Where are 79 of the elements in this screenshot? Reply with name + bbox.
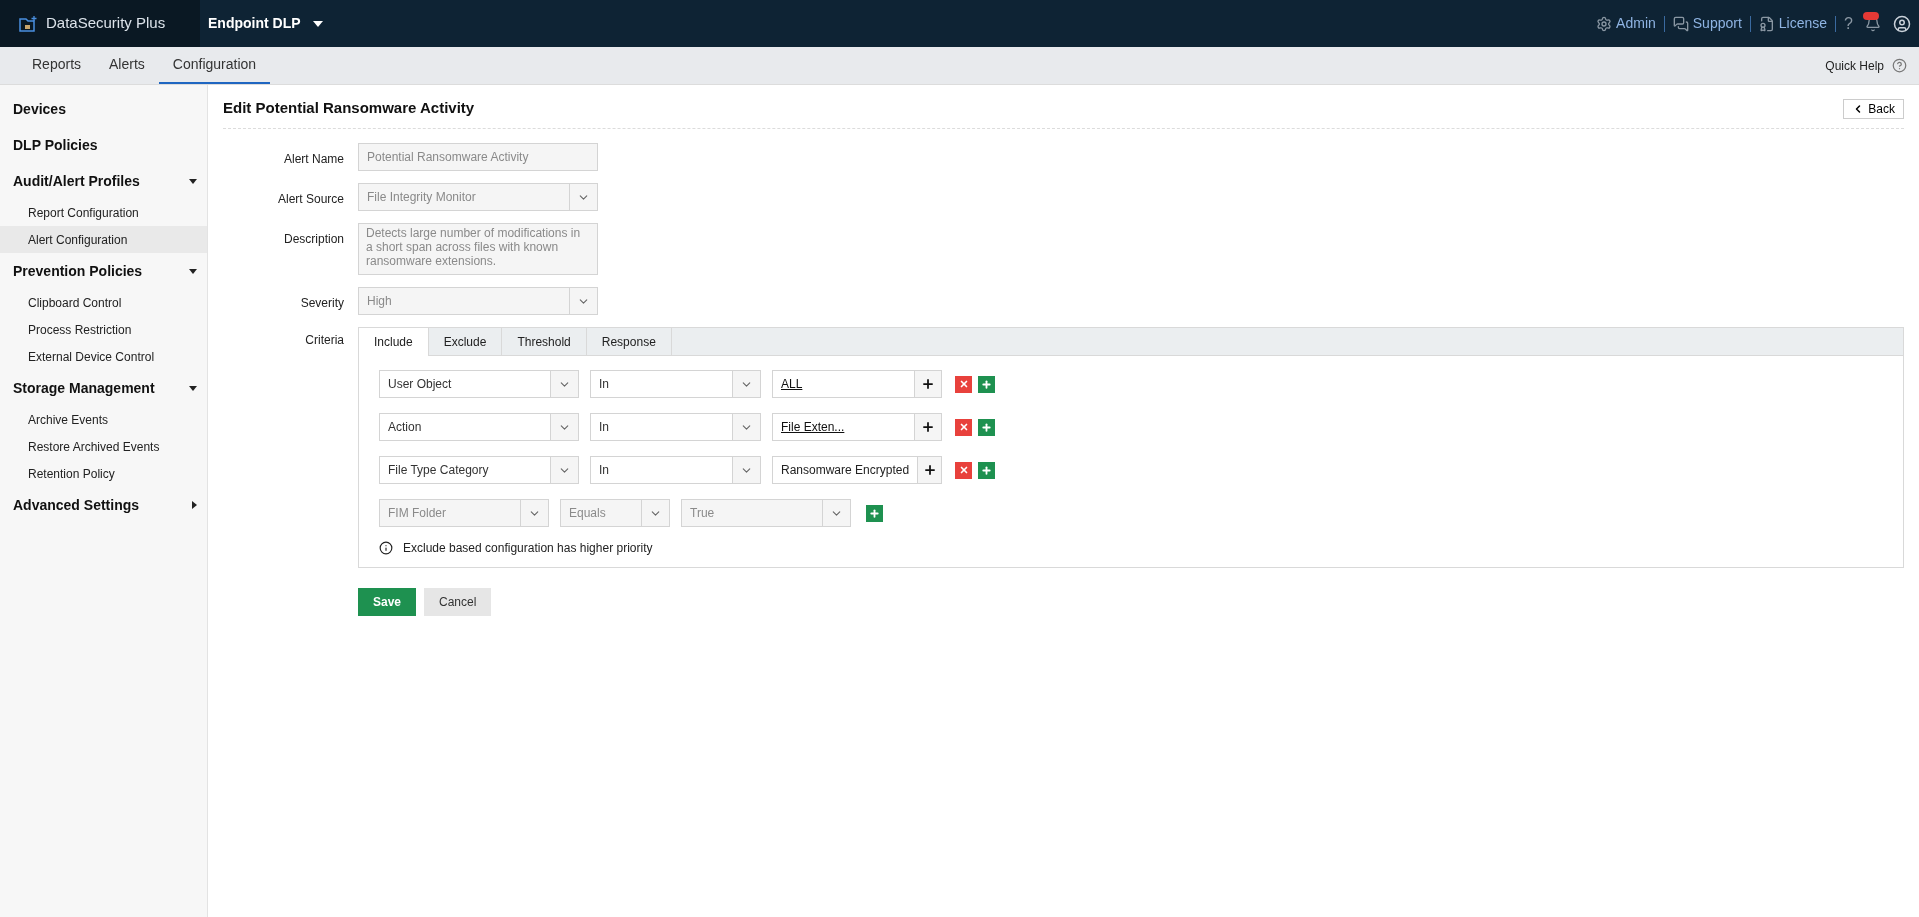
chat-icon xyxy=(1672,15,1689,32)
field-label: Severity xyxy=(299,295,345,312)
dropdown[interactable]: In xyxy=(590,456,761,484)
criteria-tab[interactable]: Threshold xyxy=(502,328,587,355)
sidebar-item[interactable]: External Device Control xyxy=(0,343,207,370)
page-title: Edit Potential Ransomware Activity xyxy=(223,98,475,119)
criteria-tab[interactable]: Response xyxy=(586,328,672,355)
plus-icon xyxy=(981,378,992,390)
caret-down-icon xyxy=(312,20,323,27)
caret-right-icon xyxy=(192,501,197,509)
sidebar-item[interactable]: Alert Configuration xyxy=(0,226,207,253)
notification-badge-icon xyxy=(1863,11,1879,20)
header-link[interactable]: Admin xyxy=(1588,13,1664,34)
quick-help-link[interactable]: Quick Help xyxy=(1825,47,1907,84)
remove-button[interactable] xyxy=(955,375,972,393)
criteria-tab[interactable]: Include xyxy=(359,328,429,356)
caret-down-icon xyxy=(189,178,197,184)
header-link[interactable]: License xyxy=(1750,13,1836,34)
help-icon xyxy=(1892,58,1907,73)
plus-icon[interactable] xyxy=(922,463,937,477)
info-icon xyxy=(379,541,393,555)
certificate-icon xyxy=(1758,15,1775,32)
nav-tab[interactable]: Reports xyxy=(18,47,96,84)
plus-icon xyxy=(869,507,880,519)
value-picker[interactable]: ALL xyxy=(772,370,942,398)
sidebar-heading[interactable]: DLP Policies xyxy=(0,127,207,163)
plus-icon[interactable] xyxy=(921,377,935,391)
dropdown[interactable]: In xyxy=(590,370,761,398)
field-label: Criteria xyxy=(304,332,345,349)
dropdown[interactable]: In xyxy=(590,413,761,441)
sidebar-item[interactable]: Restore Archived Events xyxy=(0,433,207,460)
help-link[interactable]: ? xyxy=(1836,11,1861,36)
sidebar-heading[interactable]: Devices xyxy=(0,91,207,127)
sidebar-item[interactable]: Process Restriction xyxy=(0,316,207,343)
plus-icon xyxy=(981,421,992,433)
value-picker[interactable]: Ransomware Encrypted xyxy=(772,456,942,484)
cancel-button[interactable]: Cancel xyxy=(424,588,492,616)
folder-lock-icon xyxy=(18,14,38,33)
close-icon xyxy=(958,379,969,389)
dropdown[interactable]: Action xyxy=(379,413,579,441)
user-avatar-icon[interactable] xyxy=(1893,14,1911,33)
sidebar-heading[interactable]: Storage Management xyxy=(0,370,207,406)
info-note: Exclude based configuration has higher priority xyxy=(403,540,653,557)
add-button[interactable] xyxy=(978,375,995,393)
sidebar-item[interactable]: Clipboard Control xyxy=(0,289,207,316)
value-link[interactable]: File Exten... xyxy=(781,418,845,436)
dropdown[interactable]: File Type Category xyxy=(379,456,579,484)
close-icon xyxy=(958,465,969,475)
dropdown[interactable]: User Object xyxy=(379,370,579,398)
caret-down-icon xyxy=(189,268,197,274)
sidebar-heading[interactable]: Audit/Alert Profiles xyxy=(0,163,207,199)
remove-button[interactable] xyxy=(955,461,972,479)
sidebar-item[interactable]: Archive Events xyxy=(0,406,207,433)
value-link[interactable]: ALL xyxy=(781,375,803,393)
field-label: Alert Source xyxy=(276,191,345,208)
value-text: Ransomware Encrypted xyxy=(781,462,910,479)
add-button[interactable] xyxy=(866,504,883,522)
field-label: Alert Name xyxy=(282,151,345,168)
sidebar-item[interactable]: Retention Policy xyxy=(0,460,207,487)
gear-icon xyxy=(1596,15,1613,32)
value-picker[interactable]: File Exten... xyxy=(772,413,942,441)
save-button[interactable]: Save xyxy=(358,588,417,616)
caret-down-icon xyxy=(189,385,197,391)
plus-icon xyxy=(981,464,992,476)
field-label: Description xyxy=(282,231,345,248)
plus-icon[interactable] xyxy=(921,420,935,434)
header-link[interactable]: Support xyxy=(1664,13,1750,34)
add-button[interactable] xyxy=(978,461,995,479)
sidebar-heading[interactable]: Prevention Policies xyxy=(0,253,207,289)
criteria-tab[interactable]: Exclude xyxy=(428,328,503,355)
brand-name: DataSecurity Plus xyxy=(46,13,166,34)
product-switcher[interactable]: Endpoint DLP xyxy=(208,13,323,34)
remove-button[interactable] xyxy=(955,418,972,436)
add-button[interactable] xyxy=(978,418,995,436)
nav-tab[interactable]: Alerts xyxy=(95,47,159,84)
back-button[interactable]: Back xyxy=(1843,98,1904,119)
sidebar-item[interactable]: Report Configuration xyxy=(0,199,207,226)
close-icon xyxy=(958,422,969,432)
sidebar-heading[interactable]: Advanced Settings xyxy=(0,487,207,523)
